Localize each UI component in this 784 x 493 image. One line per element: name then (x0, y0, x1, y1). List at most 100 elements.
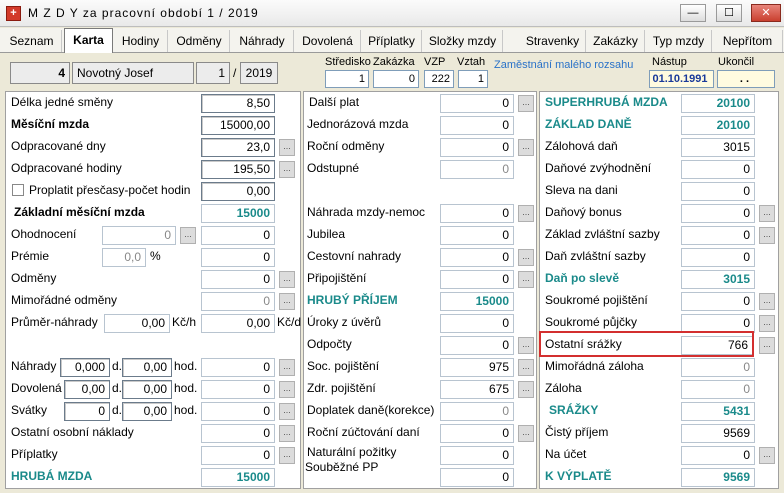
dalsi-button[interactable]: ... (518, 95, 534, 112)
prumer-hour-unit: Kč/h (172, 315, 197, 329)
zakladni-label: Základní měsíční mzda (14, 205, 145, 219)
ostatni-button[interactable]: ... (279, 425, 295, 442)
vztah-field[interactable]: 1 (458, 70, 488, 88)
tab-nahrady[interactable]: Náhrady (231, 30, 294, 52)
bonus-button[interactable]: ... (759, 205, 775, 222)
ukonceni-field[interactable]: . . (717, 70, 775, 88)
employee-name: Novotný Josef (72, 62, 194, 84)
cestovni-value: 0 (440, 248, 514, 267)
rocni-button[interactable]: ... (518, 139, 534, 156)
period-month: 1 (196, 62, 230, 84)
po-sleve-value: 3015 (681, 270, 755, 289)
srazky-value: 5431 (681, 402, 755, 421)
prescasy-label: Proplatit přesčasy-počet hodin (29, 183, 191, 197)
ohodnoceni-button[interactable]: ... (180, 227, 196, 244)
svatky-button[interactable]: ... (279, 403, 295, 420)
svatky-days[interactable]: 0 (64, 402, 110, 421)
ohodnoceni-input[interactable]: 0 (102, 226, 176, 245)
nastup-field[interactable]: 01.10.1991 (649, 70, 714, 88)
prumer-day-unit: Kč/d (277, 315, 302, 329)
odpocty-button[interactable]: ... (518, 337, 534, 354)
dovolena-button[interactable]: ... (279, 381, 295, 398)
stredisko-label: Středisko (325, 56, 371, 68)
prumer-day-field[interactable]: 0,00 (201, 314, 275, 333)
bonus-value: 0 (681, 204, 755, 223)
app-plus-icon[interactable]: + (6, 6, 21, 21)
prumer-hour-field[interactable]: 0,00 (104, 314, 170, 333)
cestovni-button[interactable]: ... (518, 249, 534, 266)
nahrady-label: Náhrady (11, 359, 57, 373)
vzp-field[interactable]: 222 (424, 70, 454, 88)
close-button[interactable]: ✕ (751, 4, 781, 22)
premie-percent: % (150, 249, 161, 263)
odprac-dny-field[interactable]: 23,0 (201, 138, 275, 157)
tab-stravenky[interactable]: Stravenky (520, 30, 586, 52)
svatky-hours[interactable]: 0,00 (122, 402, 172, 421)
odprac-hod-field[interactable]: 195,50 (201, 160, 275, 179)
rocni-zuct-value: 0 (440, 424, 514, 443)
odmeny-button[interactable]: ... (279, 271, 295, 288)
premie-input[interactable]: 0,0 (102, 248, 146, 267)
dovolena-value: 0 (201, 380, 275, 399)
pripojisteni-button[interactable]: ... (518, 271, 534, 288)
tab-zakazky[interactable]: Zakázky (587, 30, 645, 52)
vztah-label: Vztah (457, 56, 486, 68)
mimo-button[interactable]: ... (279, 293, 295, 310)
soc-label: Soc. pojištění (307, 359, 380, 373)
odmeny-value: 0 (201, 270, 275, 289)
employee-number: 4 (10, 62, 70, 84)
k-vyplate-label: K VÝPLATĚ (545, 469, 612, 483)
maximize-button[interactable]: ☐ (716, 4, 742, 22)
pripojisteni-label: Připojištění (307, 271, 367, 285)
tab-priplatky[interactable]: Příplatky (362, 30, 422, 52)
tab-typ-mzdy[interactable]: Typ mzdy (646, 30, 712, 52)
danove-value: 0 (681, 160, 755, 179)
nahrady-button[interactable]: ... (279, 359, 295, 376)
soc-button[interactable]: ... (518, 359, 534, 376)
natural-value: 0 (440, 446, 514, 465)
superhruba-label: SUPERHRUBÁ MZDA (545, 95, 668, 109)
zdr-button[interactable]: ... (518, 381, 534, 398)
ostatni-srazky-button[interactable]: ... (759, 337, 775, 354)
delka-field[interactable]: 8,50 (201, 94, 275, 113)
nahrady-hours[interactable]: 0,00 (122, 358, 172, 377)
employment-type-note: Zaměstnání malého rozsahu (494, 59, 634, 71)
zdr-label: Zdr. pojištění (307, 381, 376, 395)
dovolena-hours[interactable]: 0,00 (122, 380, 172, 399)
prescasy-field[interactable]: 0,00 (201, 182, 275, 201)
jubilea-value: 0 (440, 226, 514, 245)
nahrada-nemoc-button[interactable]: ... (518, 205, 534, 222)
odprac-hod-button[interactable]: ... (279, 161, 295, 178)
soukr-puj-button[interactable]: ... (759, 315, 775, 332)
tab-seznam[interactable]: Seznam (2, 30, 62, 52)
zaklad-zvl-button[interactable]: ... (759, 227, 775, 244)
soukr-poj-button[interactable]: ... (759, 293, 775, 310)
priplatky-button[interactable]: ... (279, 447, 295, 464)
tab-slozky-mzdy[interactable]: Složky mzdy (423, 30, 503, 52)
rocni-zuct-button[interactable]: ... (518, 425, 534, 442)
tab-nepritomnost[interactable]: Nepřítom (713, 30, 783, 52)
mesicni-field[interactable]: 15000,00 (201, 116, 275, 135)
prescasy-checkbox[interactable] (12, 184, 24, 196)
doplatek-value: 0 (440, 402, 514, 421)
na-ucet-button[interactable]: ... (759, 447, 775, 464)
minimize-button[interactable]: — (680, 4, 706, 22)
stredisko-field[interactable]: 1 (325, 70, 369, 88)
hruba-label: HRUBÁ MZDA (11, 469, 93, 483)
tab-hodiny[interactable]: Hodiny (114, 30, 168, 52)
odprac-dny-button[interactable]: ... (279, 139, 295, 156)
doplatek-label: Doplatek daně(korekce) (307, 403, 435, 417)
zakazka-field[interactable]: 0 (373, 70, 419, 88)
svatky-hod-unit: hod. (174, 403, 198, 417)
zakazka-label: Zakázka (373, 56, 415, 68)
nahrada-nemoc-value: 0 (440, 204, 514, 223)
nahrady-days[interactable]: 0,000 (60, 358, 110, 377)
dan-zvl-label: Daň zvláštní sazby (545, 249, 646, 263)
tab-dovolena[interactable]: Dovolená (295, 30, 361, 52)
dovolena-days[interactable]: 0,00 (64, 380, 110, 399)
tab-odmeny[interactable]: Odměny (169, 30, 230, 52)
premie-value: 0 (201, 248, 275, 267)
tab-karta[interactable]: Karta (64, 28, 113, 53)
na-ucet-label: Na účet (545, 447, 587, 461)
odstupne-value: 0 (440, 160, 514, 179)
